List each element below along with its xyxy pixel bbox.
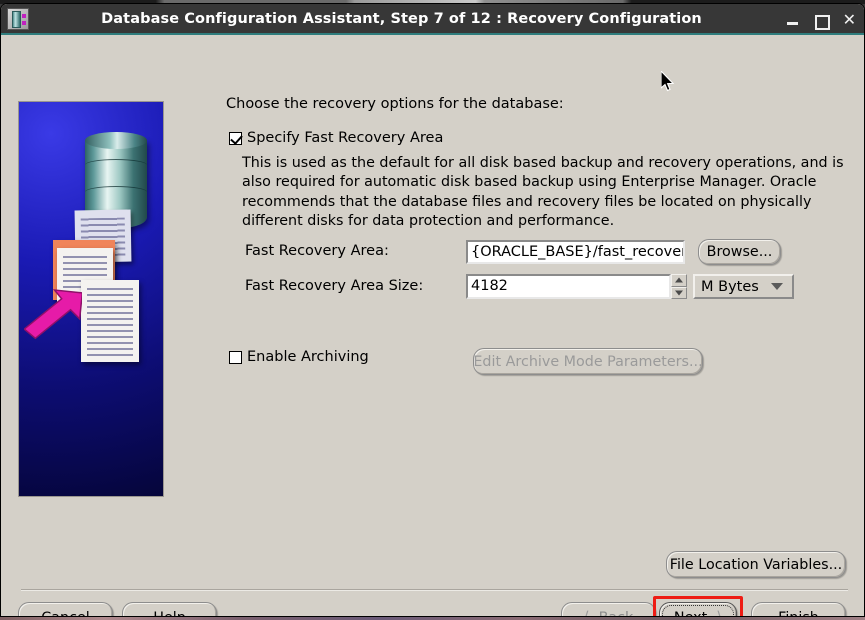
chevron-down-icon	[771, 283, 783, 290]
description-text: This is used as the default for all disk…	[242, 155, 844, 230]
size-unit-select[interactable]: M Bytes	[693, 274, 794, 299]
fast-recovery-area-size-input[interactable]: 4182	[466, 274, 671, 299]
maximize-icon[interactable]	[814, 14, 830, 30]
database-icon	[7, 7, 29, 30]
cancel-button[interactable]: Cancel	[18, 602, 113, 617]
intro-text: Choose the recovery options for the data…	[226, 96, 564, 112]
checkbox-box-unchecked	[229, 351, 242, 364]
title-bar: Database Configuration Assistant, Step 7…	[1, 4, 864, 35]
chevron-left-icon: ⟨	[583, 608, 590, 617]
arrow-icon	[24, 288, 82, 340]
help-button[interactable]: Help	[122, 602, 217, 617]
fast-recovery-area-input[interactable]: {ORACLE_BASE}/fast_recovery_a	[466, 240, 685, 264]
next-button-label: Next	[674, 610, 707, 617]
specify-fast-recovery-area-checkbox[interactable]: Specify Fast Recovery Area	[229, 130, 443, 146]
spinner-down-icon[interactable]	[671, 286, 687, 299]
footer-separator	[21, 589, 848, 591]
fast-recovery-area-label: Fast Recovery Area:	[245, 243, 389, 259]
finish-button[interactable]: Finish	[751, 602, 846, 617]
window-controls: ✕	[786, 4, 856, 35]
checkbox-box-checked	[229, 132, 242, 145]
spinner-up-icon[interactable]	[671, 274, 687, 287]
document-sheet	[81, 280, 139, 362]
minimize-icon[interactable]	[786, 14, 799, 26]
application-window: Database Configuration Assistant, Step 7…	[0, 3, 865, 617]
edit-archive-mode-parameters-button: Edit Archive Mode Parameters...	[473, 348, 703, 375]
database-documents-illustration	[18, 101, 164, 497]
help-button-label: Help	[153, 610, 186, 617]
back-button[interactable]: ⟨ Back	[561, 602, 656, 617]
file-location-variables-button[interactable]: File Location Variables...	[666, 551, 846, 578]
fast-recovery-area-size-label: Fast Recovery Area Size:	[245, 278, 424, 294]
specify-fast-recovery-area-label: Specify Fast Recovery Area	[247, 130, 444, 146]
window-title: Database Configuration Assistant, Step 7…	[101, 10, 702, 27]
next-button[interactable]: Next ⟩	[659, 602, 737, 617]
close-icon[interactable]: ✕	[843, 11, 856, 28]
finish-button-label: Finish	[778, 610, 819, 617]
size-unit-value: M Bytes	[701, 278, 759, 295]
back-button-label: Back	[599, 610, 634, 617]
size-stepper[interactable]	[671, 274, 687, 299]
enable-archiving-checkbox[interactable]: Enable Archiving	[229, 349, 369, 365]
browse-button[interactable]: Browse...	[698, 239, 781, 265]
cancel-button-label: Cancel	[41, 610, 89, 617]
form-panel: Choose the recovery options for the data…	[197, 35, 864, 616]
chevron-right-icon: ⟩	[716, 608, 723, 617]
window-body: Choose the recovery options for the data…	[1, 35, 864, 616]
enable-archiving-label: Enable Archiving	[247, 349, 369, 365]
